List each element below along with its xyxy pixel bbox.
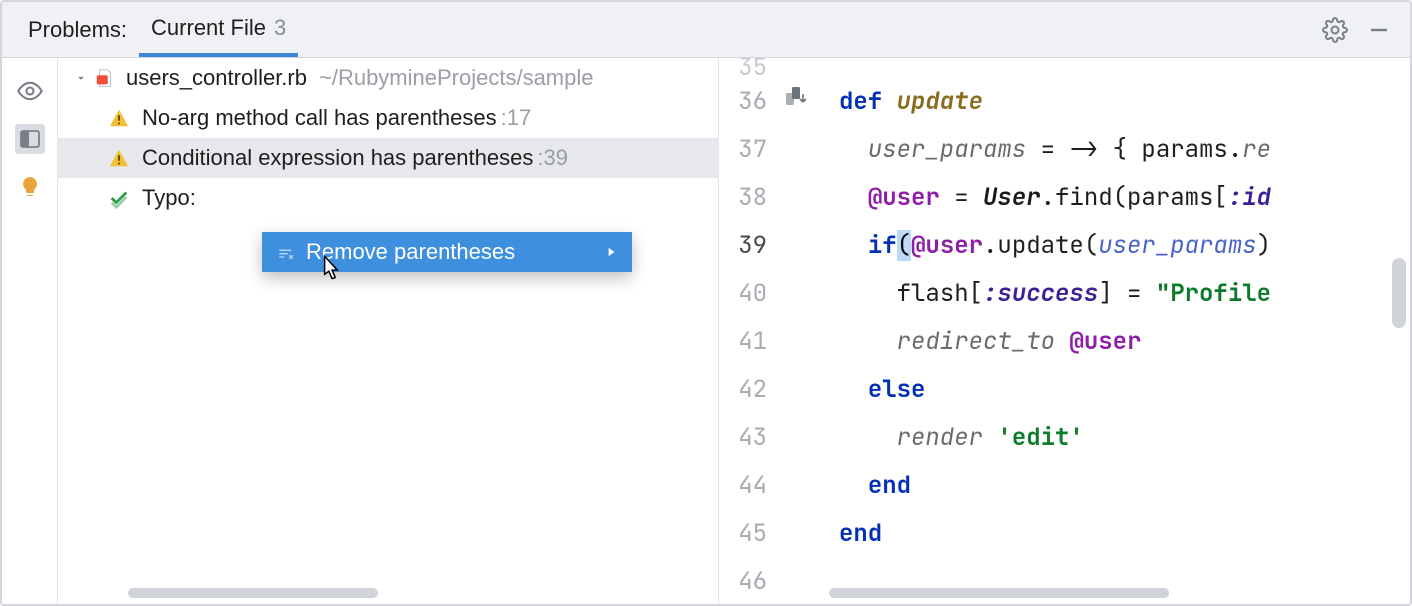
code-area[interactable]: def update user_params = -> { params.re … xyxy=(817,58,1410,604)
main-area: users_controller.rb ~/RubymineProjects/s… xyxy=(2,58,1410,604)
file-name: users_controller.rb xyxy=(126,65,307,91)
issue-text: No-arg method call has parentheses xyxy=(142,105,497,131)
tab-problems[interactable]: Problems: xyxy=(16,2,139,57)
side-gutter xyxy=(2,58,58,604)
file-header[interactable]: users_controller.rb ~/RubymineProjects/s… xyxy=(58,58,718,98)
tab-bar: Problems: Current File 3 xyxy=(2,2,1410,58)
fix-icon xyxy=(276,242,296,262)
code-text: .update( xyxy=(983,230,1098,261)
tab-count: 3 xyxy=(274,15,286,41)
tab-label: Problems: xyxy=(28,17,127,43)
string: 'edit' xyxy=(997,422,1083,453)
symbol: :id xyxy=(1228,182,1271,213)
context-menu-label: Remove parentheses xyxy=(306,239,515,265)
identifier: render xyxy=(897,422,983,453)
context-menu-item[interactable]: Remove parentheses xyxy=(262,232,632,272)
issue-text: Conditional expression has parentheses xyxy=(142,145,533,171)
string: "Profile xyxy=(1156,278,1271,309)
horizontal-scrollbar[interactable] xyxy=(128,588,378,598)
issue-row[interactable]: No-arg method call has parentheses :17 xyxy=(58,98,718,138)
keyword: if xyxy=(868,230,897,261)
code-text: ) xyxy=(1257,230,1271,261)
identifier: re xyxy=(1242,134,1271,165)
keyword: end xyxy=(868,470,911,501)
editor-gutter xyxy=(777,58,817,604)
line-numbers: 35 363738 39 40414243444546 xyxy=(719,58,777,604)
layout-icon[interactable] xyxy=(15,124,45,154)
issue-line: :39 xyxy=(537,145,568,171)
chevron-down-icon xyxy=(74,71,88,85)
minimize-icon[interactable] xyxy=(1362,13,1396,47)
warning-icon xyxy=(108,147,130,169)
tab-label: Current File xyxy=(151,15,266,41)
keyword: def xyxy=(839,86,882,117)
ivar: @user xyxy=(911,230,983,261)
param: user_params xyxy=(1098,230,1256,261)
issue-line: :17 xyxy=(501,105,532,131)
method-name: update xyxy=(897,86,983,117)
code-text xyxy=(983,422,997,453)
code-text: = xyxy=(940,182,983,213)
horizontal-scrollbar[interactable] xyxy=(829,588,1169,598)
symbol: :success xyxy=(983,278,1098,309)
ivar: @user xyxy=(1069,326,1141,357)
ok-check-icon xyxy=(108,187,130,209)
issue-row[interactable]: Typo: xyxy=(58,178,718,218)
tab-current-file[interactable]: Current File 3 xyxy=(139,2,298,57)
keyword: else xyxy=(868,374,926,405)
selection: ( xyxy=(897,230,911,261)
code-text: .find(params[ xyxy=(1041,182,1228,213)
code-text xyxy=(1055,326,1069,357)
keyword: end xyxy=(839,518,882,549)
code-text: ] = xyxy=(1098,278,1156,309)
ivar: @user xyxy=(868,182,940,213)
override-icon[interactable] xyxy=(783,84,807,108)
ruby-file-icon xyxy=(94,67,116,89)
problems-panel: users_controller.rb ~/RubymineProjects/s… xyxy=(58,58,718,604)
file-path: ~/RubymineProjects/sample xyxy=(319,65,594,91)
identifier: user_params xyxy=(868,134,1026,165)
code-text: = -> { params. xyxy=(1026,134,1242,165)
identifier: redirect_to xyxy=(897,326,1055,357)
class-name: User xyxy=(983,182,1041,213)
problems-tool-window: Problems: Current File 3 xyxy=(0,0,1412,606)
issue-row[interactable]: Conditional expression has parentheses :… xyxy=(58,138,718,178)
gear-icon[interactable] xyxy=(1318,13,1352,47)
eye-icon[interactable] xyxy=(15,76,45,106)
vertical-scrollbar[interactable] xyxy=(1392,258,1406,328)
error-stripe[interactable] xyxy=(1396,58,1410,604)
code-editor[interactable]: 35 363738 39 40414243444546 def update u… xyxy=(718,58,1410,604)
warning-icon xyxy=(108,107,130,129)
chevron-right-icon xyxy=(584,245,618,259)
bulb-icon[interactable] xyxy=(15,172,45,202)
issue-text: Typo: xyxy=(142,185,196,211)
code-text: flash[ xyxy=(897,278,983,309)
